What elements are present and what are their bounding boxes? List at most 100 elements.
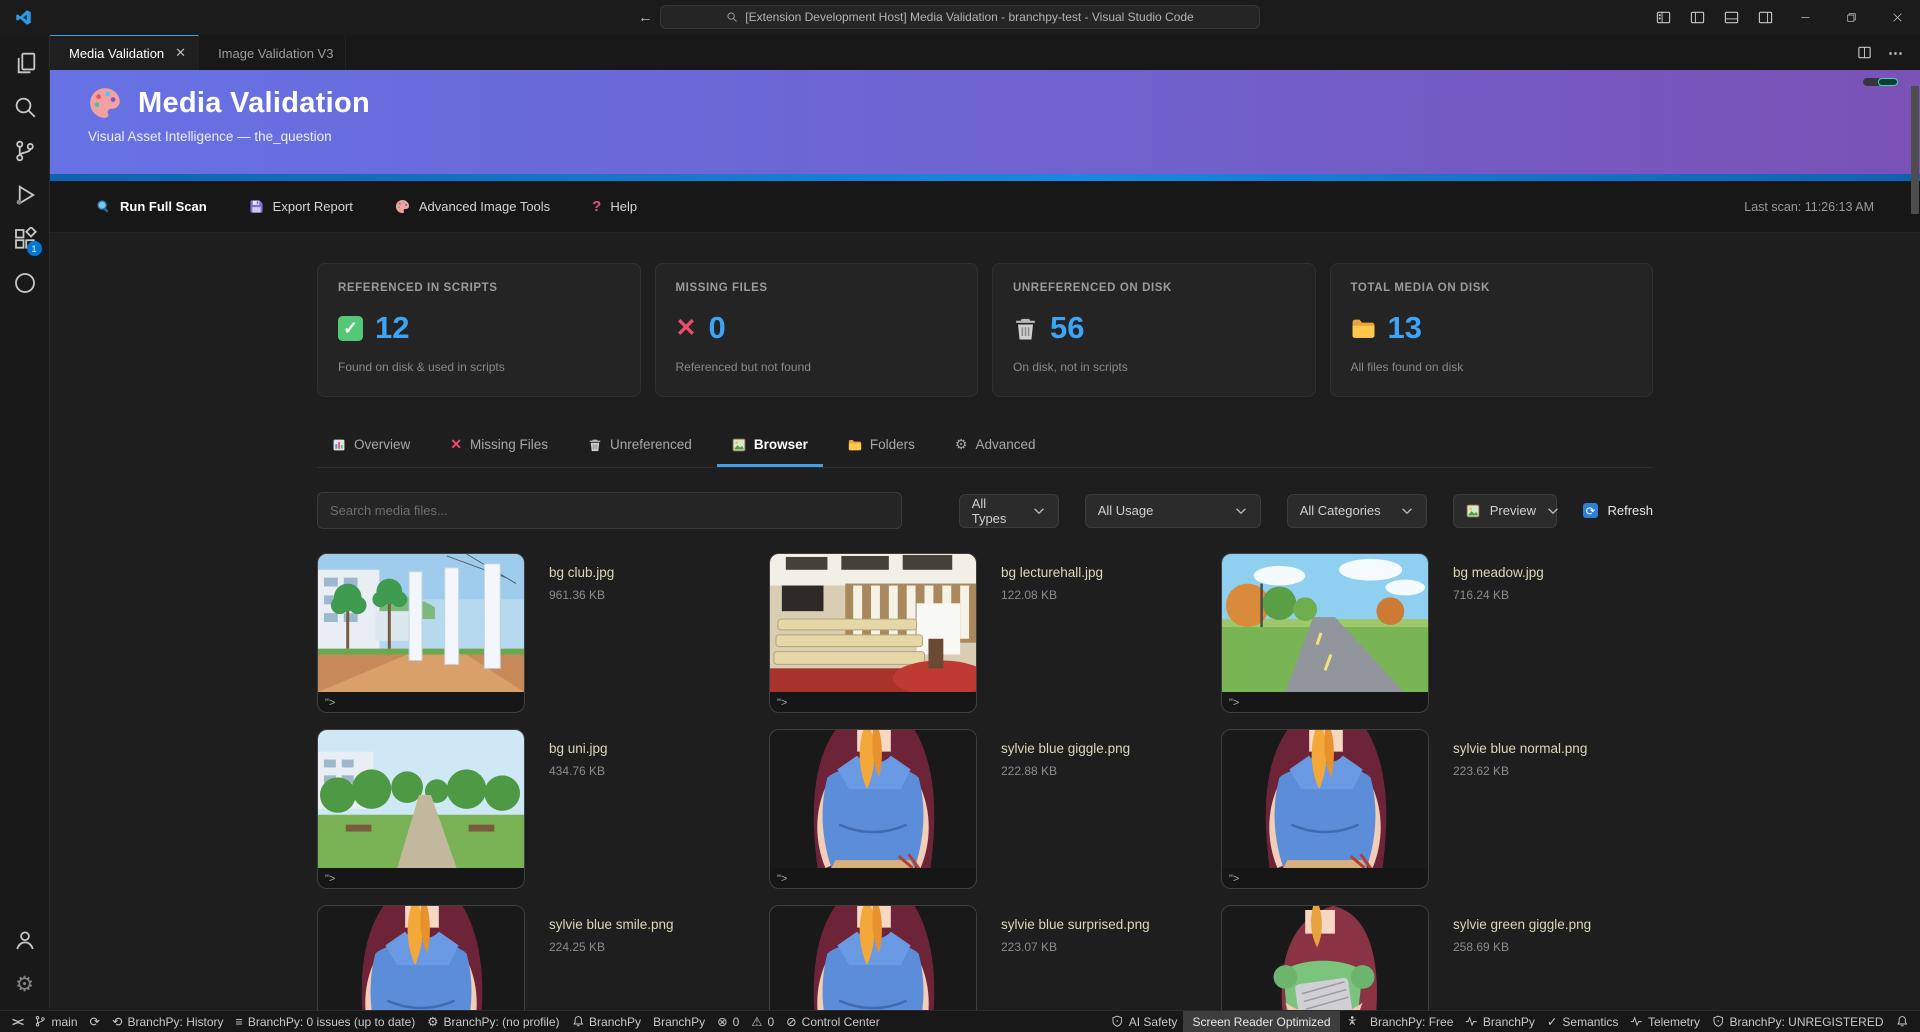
menu-item[interactable] [118, 14, 136, 22]
media-item: "> bg lecturehall.jpg 122.08 KB [769, 553, 1201, 713]
more-actions-icon[interactable]: ⋯ [1882, 35, 1910, 70]
menu-item[interactable] [82, 14, 100, 22]
scrollbar-thumb[interactable] [1911, 86, 1919, 214]
status-item[interactable]: ⚙ BranchPy: (no profile) [421, 1011, 565, 1032]
media-thumbnail[interactable]: "> [1221, 905, 1429, 1010]
status-badge[interactable] [1878, 78, 1898, 86]
menu-item[interactable] [154, 14, 172, 22]
status-item[interactable]: ⊗ 0 [711, 1011, 745, 1032]
status-item[interactable]: ⟲ BranchPy: History [106, 1011, 230, 1032]
status-item[interactable]: Telemetry [1624, 1011, 1706, 1032]
media-thumbnail[interactable]: "> [769, 729, 977, 889]
nav-back-icon[interactable]: ← [638, 9, 653, 26]
media-thumbnail[interactable]: "> [769, 905, 977, 1010]
media-thumbnail[interactable]: "> [1221, 729, 1429, 889]
menu-item[interactable] [100, 14, 118, 22]
stat-card: MISSING FILES ✕ 0 Referenced but not fou… [654, 263, 978, 397]
shield-icon [1712, 1015, 1725, 1028]
close-button[interactable] [1874, 0, 1920, 35]
type-filter-value: All Types [971, 495, 1007, 526]
usage-filter-select[interactable]: All Usage [1084, 493, 1261, 528]
status-item[interactable]: BranchPy [566, 1011, 648, 1032]
refresh-button[interactable]: ⟳ Refresh [1582, 502, 1653, 519]
status-item[interactable]: >< [6, 1011, 28, 1032]
settings-icon: ⚙ [15, 972, 34, 996]
view-tab[interactable]: Overview [317, 425, 425, 467]
activity-bar-item[interactable]: ⚙ [1, 962, 49, 1006]
stat-description: Found on disk & used in scripts [338, 360, 505, 374]
html-artifact-text: "> [325, 873, 336, 885]
view-tab[interactable]: ⚙ Advanced [940, 425, 1051, 467]
toggle-panel-bottom-icon[interactable] [1714, 0, 1748, 35]
toolbar-action-button[interactable]: Run Full Scan [96, 198, 207, 215]
editor-tab[interactable]: Media Validation ✕ [50, 35, 200, 70]
media-thumbnail[interactable]: "> [317, 905, 525, 1010]
close-tab-icon[interactable]: ✕ [175, 45, 186, 61]
customize-layout-icon[interactable] [1646, 0, 1680, 35]
view-tab[interactable]: ✕ Missing Files [435, 425, 563, 467]
activity-bar-item[interactable] [1, 173, 49, 217]
toolbar-action-button[interactable]: Export Report [249, 198, 353, 215]
stat-card: UNREFERENCED ON DISK 56 On disk, not in … [992, 263, 1316, 397]
type-filter-select[interactable]: All Types [958, 493, 1059, 528]
status-item[interactable]: ⊘ Control Center [780, 1011, 886, 1032]
split-editor-icon[interactable] [1850, 35, 1878, 70]
editor-tab-label: Media Validation [69, 45, 165, 61]
html-artifact-text: "> [325, 697, 336, 709]
command-center[interactable]: [Extension Development Host] Media Valid… [660, 5, 1260, 29]
editor-tab[interactable]: Image Validation V3 [199, 35, 347, 70]
activity-bar-item[interactable] [1, 41, 49, 85]
stat-label: MISSING FILES [675, 282, 768, 294]
status-item[interactable]: ✓ Semantics [1541, 1011, 1625, 1032]
status-item[interactable]: BranchPy: Free [1364, 1011, 1459, 1032]
menu-item[interactable] [136, 14, 154, 22]
status-item[interactable] [1890, 1011, 1915, 1032]
files-icon [13, 51, 37, 75]
media-thumbnail[interactable]: "> [1221, 553, 1429, 713]
status-item[interactable]: main [28, 1011, 84, 1032]
stat-label: REFERENCED IN SCRIPTS [338, 282, 498, 294]
toggle-panel-left-icon[interactable] [1680, 0, 1714, 35]
status-item[interactable]: BranchPy [1459, 1011, 1541, 1032]
toolbar-action-button[interactable]: ? Help [592, 198, 637, 215]
stat-description: All files found on disk [1350, 360, 1464, 374]
activity-bar-item[interactable] [1, 129, 49, 173]
menu-item[interactable] [172, 14, 190, 22]
status-item[interactable]: BranchPy: UNREGISTERED [1706, 1011, 1890, 1032]
webview-scrollbar[interactable] [1910, 70, 1920, 1010]
activity-bar-item[interactable]: 1 [1, 217, 49, 261]
status-item[interactable]: BranchPy [647, 1011, 711, 1032]
category-filter-select[interactable]: All Categories [1286, 493, 1427, 528]
minimize-button[interactable] [1782, 0, 1828, 35]
status-item[interactable]: AI Safety [1105, 1011, 1183, 1032]
activity-bar-item[interactable] [1, 918, 49, 962]
pulse-icon [1465, 1015, 1478, 1028]
view-tab[interactable]: Folders [833, 425, 930, 467]
toggle-panel-right-icon[interactable] [1748, 0, 1782, 35]
activity-bar-item[interactable] [1, 261, 49, 305]
menu-item[interactable] [64, 14, 82, 22]
menu-item[interactable] [46, 14, 64, 22]
search-input[interactable] [317, 492, 902, 529]
activity-bar-item[interactable] [1, 85, 49, 129]
status-item[interactable]: ⟳ [84, 1011, 106, 1032]
media-filesize: 434.76 KB [549, 764, 606, 778]
status-item[interactable] [1340, 1011, 1365, 1032]
toolbar-action-button[interactable]: Advanced Image Tools [395, 198, 550, 215]
media-thumbnail[interactable]: "> [769, 553, 977, 713]
media-item: "> sylvie green giggle.png 258.69 KB [1221, 905, 1653, 1010]
media-filename: sylvie blue surprised.png [1001, 917, 1150, 932]
media-item: "> sylvie blue surprised.png 223.07 KB [769, 905, 1201, 1010]
status-item[interactable]: ≡ BranchPy: 0 issues (up to date) [230, 1011, 422, 1032]
status-item-label: BranchPy [653, 1014, 706, 1029]
status-item[interactable]: Screen Reader Optimized [1183, 1011, 1340, 1032]
restore-button[interactable] [1828, 0, 1874, 35]
media-item: "> bg uni.jpg 434.76 KB [317, 729, 749, 889]
media-thumbnail[interactable]: "> [317, 553, 525, 713]
status-item[interactable]: ⚠ 0 [745, 1011, 780, 1032]
status-item-label: Semantics [1562, 1014, 1619, 1029]
preview-mode-select[interactable]: Preview [1452, 493, 1558, 528]
view-tab[interactable]: Unreferenced [573, 425, 707, 467]
view-tab[interactable]: Browser [716, 425, 823, 467]
media-thumbnail[interactable]: "> [317, 729, 525, 889]
